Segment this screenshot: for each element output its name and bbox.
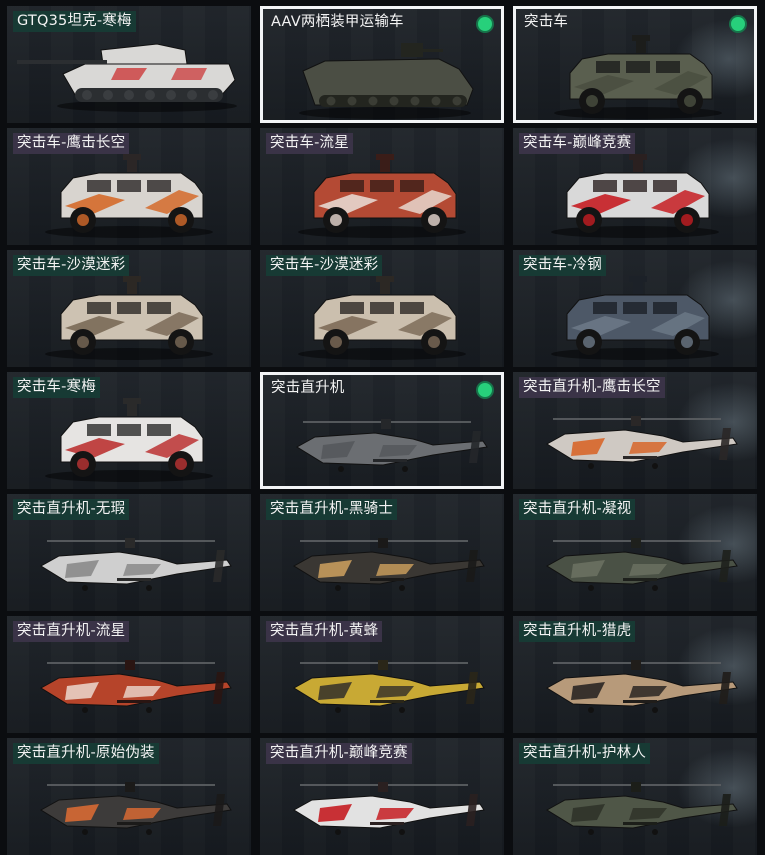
- selected-check-icon: [478, 383, 492, 397]
- vehicle-card[interactable]: GTQ35坦克-寒梅: [7, 6, 251, 123]
- vehicle-name-label: 突击直升机-无瑕: [13, 499, 130, 520]
- vehicle-card[interactable]: 突击车-鹰击长空: [7, 128, 251, 245]
- vehicle-card[interactable]: 突击直升机-黄蜂: [260, 616, 504, 733]
- vehicle-card[interactable]: 突击直升机-巅峰竞赛: [260, 738, 504, 855]
- vehicle-card[interactable]: 突击直升机-鹰击长空: [513, 372, 757, 489]
- vehicle-name-label: 突击车-沙漠迷彩: [266, 255, 383, 276]
- vehicle-card[interactable]: 突击直升机-凝视: [513, 494, 757, 611]
- vehicle-card[interactable]: 突击车: [513, 6, 757, 123]
- vehicle-card[interactable]: 突击车-流星: [260, 128, 504, 245]
- vehicle-skin-grid: GTQ35坦克-寒梅 AAV两栖装甲运输车 突击车 突击车-鹰击长空 突击车-流星 突击车…: [0, 0, 765, 855]
- vehicle-name-label: 突击车-冷钢: [519, 255, 606, 276]
- vehicle-card[interactable]: 突击直升机-无瑕: [7, 494, 251, 611]
- vehicle-card[interactable]: 突击车-沙漠迷彩: [260, 250, 504, 367]
- vehicle-name-label: AAV两栖装甲运输车: [271, 14, 404, 30]
- vehicle-name-label: 突击车-寒梅: [13, 377, 100, 398]
- vehicle-card[interactable]: 突击车-沙漠迷彩: [7, 250, 251, 367]
- vehicle-card[interactable]: 突击直升机-猎虎: [513, 616, 757, 733]
- vehicle-name-label: 突击直升机-黄蜂: [266, 621, 383, 642]
- vehicle-name-label: 突击车-流星: [266, 133, 353, 154]
- vehicle-name-label: 突击车-巅峰竞赛: [519, 133, 636, 154]
- selected-check-icon: [731, 17, 745, 31]
- vehicle-name-label: 突击直升机-黑骑士: [266, 499, 398, 520]
- vehicle-name-label: 突击直升机-原始伪装: [13, 743, 159, 764]
- vehicle-name-label: 突击直升机: [271, 380, 345, 396]
- vehicle-name-label: 突击直升机-鹰击长空: [519, 377, 665, 398]
- vehicle-card[interactable]: 突击车-巅峰竞赛: [513, 128, 757, 245]
- vehicle-card[interactable]: 突击直升机-原始伪装: [7, 738, 251, 855]
- vehicle-card[interactable]: 突击直升机-流星: [7, 616, 251, 733]
- vehicle-card[interactable]: 突击直升机-黑骑士: [260, 494, 504, 611]
- vehicle-name-label: 突击车-沙漠迷彩: [13, 255, 130, 276]
- vehicle-name-label: 突击直升机-猎虎: [519, 621, 636, 642]
- vehicle-card[interactable]: 突击车-寒梅: [7, 372, 251, 489]
- vehicle-name-label: 突击直升机-凝视: [519, 499, 636, 520]
- vehicle-name-label: GTQ35坦克-寒梅: [13, 11, 136, 32]
- vehicle-card[interactable]: 突击直升机-护林人: [513, 738, 757, 855]
- vehicle-name-label: 突击车-鹰击长空: [13, 133, 130, 154]
- vehicle-name-label: 突击直升机-流星: [13, 621, 130, 642]
- vehicle-card[interactable]: 突击车-冷钢: [513, 250, 757, 367]
- vehicle-name-label: 突击直升机-护林人: [519, 743, 651, 764]
- vehicle-card[interactable]: AAV两栖装甲运输车: [260, 6, 504, 123]
- vehicle-name-label: 突击直升机-巅峰竞赛: [266, 743, 412, 764]
- vehicle-card[interactable]: 突击直升机: [260, 372, 504, 489]
- selected-check-icon: [478, 17, 492, 31]
- vehicle-name-label: 突击车: [524, 14, 569, 30]
